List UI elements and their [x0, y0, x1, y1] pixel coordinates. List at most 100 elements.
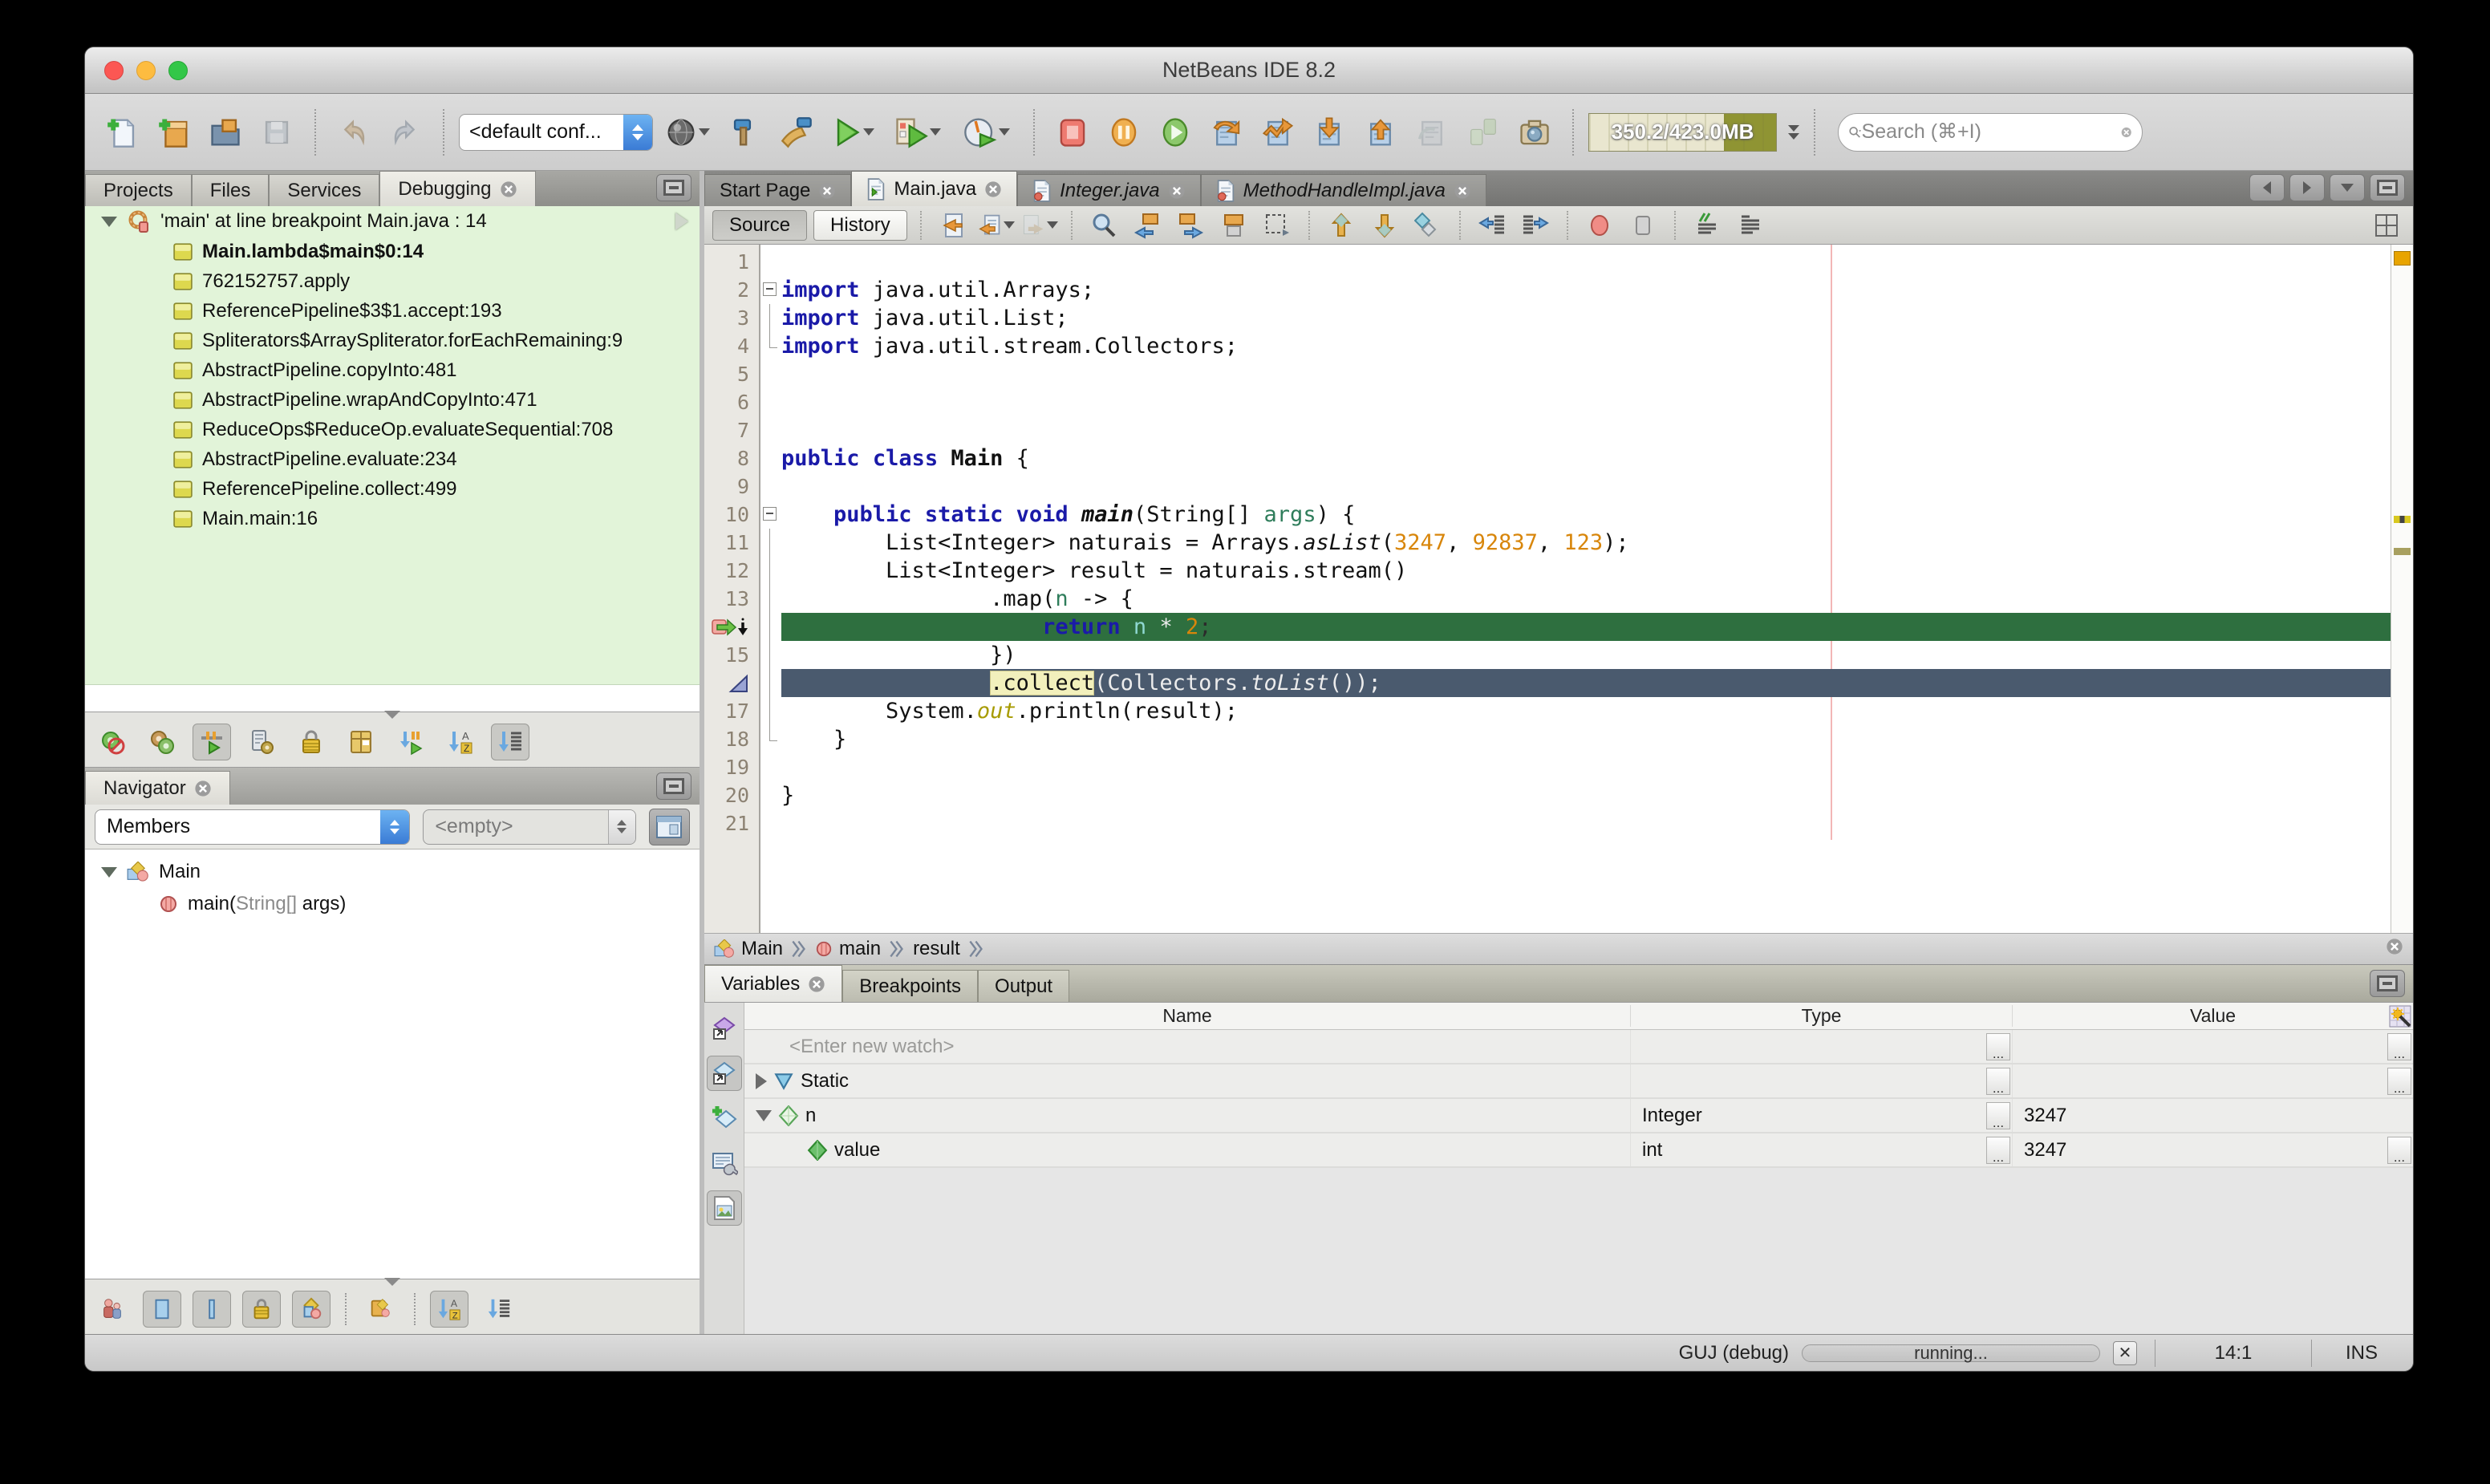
lock-view-button[interactable] — [292, 724, 331, 760]
scroll-tabs-left-button[interactable] — [2249, 174, 2285, 201]
code-line-17[interactable]: 17 System.out.println(result); — [704, 697, 2391, 725]
toggle-bookmark-button[interactable] — [1409, 209, 1446, 241]
gutter-line-21[interactable]: 21 — [704, 809, 759, 837]
gutter-line-4[interactable]: 4 — [704, 332, 759, 360]
fold-collapse-icon[interactable] — [763, 507, 777, 521]
resume-threads-button[interactable] — [1460, 108, 1507, 156]
ellipsis-button[interactable]: ... — [2387, 1033, 2411, 1060]
clear-search-icon[interactable] — [2120, 121, 2132, 144]
breadcrumb-item-Main[interactable]: Main — [714, 938, 783, 960]
navigator-filter-select[interactable]: <empty> — [423, 809, 636, 845]
previous-bookmark-button[interactable] — [1323, 209, 1360, 241]
code-line-16[interactable]: .collect(Collectors.toList()); — [704, 669, 2391, 697]
code-text[interactable]: System.out.println(result); — [781, 697, 2391, 725]
shift-left-button[interactable] — [1474, 209, 1511, 241]
forward-button[interactable] — [1021, 209, 1058, 241]
navigator-class-node[interactable]: Main — [85, 856, 700, 888]
close-icon[interactable] — [808, 975, 825, 993]
ellipsis-button[interactable]: ... — [1986, 1068, 2010, 1095]
ellipsis-button[interactable]: ... — [2387, 1068, 2411, 1095]
code-editor[interactable]: 12import java.util.Arrays;3import java.u… — [704, 245, 2413, 933]
fold-column[interactable] — [759, 276, 781, 304]
search-input[interactable] — [1862, 120, 2120, 144]
gutter-line-17[interactable]: 17 — [704, 697, 759, 725]
step-out-button[interactable] — [1357, 108, 1404, 156]
close-icon[interactable] — [194, 780, 212, 797]
stripe-frame-mark[interactable] — [2394, 548, 2411, 555]
code-line-21[interactable]: 21 — [704, 809, 2391, 837]
stack-frame-row[interactable]: 762152757.apply — [85, 266, 700, 296]
code-line-13[interactable]: 13 .map(n -> { — [704, 585, 2391, 613]
step-threads-button[interactable] — [391, 724, 430, 760]
close-icon[interactable] — [1454, 182, 1471, 200]
find-previous-occurrence-button[interactable] — [1129, 209, 1166, 241]
editor-tab-main-java[interactable]: Main.java — [851, 171, 1017, 206]
redo-button[interactable] — [382, 108, 428, 156]
stack-frame-row[interactable]: AbstractPipeline.evaluate:234 — [85, 444, 700, 474]
code-text[interactable]: import java.util.Arrays; — [781, 276, 2391, 304]
close-icon[interactable] — [1168, 182, 1186, 200]
stripe-bookmark-mark[interactable] — [2394, 251, 2411, 266]
gutter-line-16[interactable] — [704, 669, 759, 697]
open-project-button[interactable] — [202, 108, 249, 156]
code-line-12[interactable]: 12 List<Integer> result = naturais.strea… — [704, 557, 2391, 585]
stripe-current-line-mark[interactable] — [2394, 516, 2411, 523]
memory-usage-bar[interactable]: 350.2/423.0MB — [1588, 113, 1777, 152]
scroll-tabs-right-button[interactable] — [2289, 174, 2325, 201]
code-text[interactable]: List<Integer> result = naturais.stream() — [781, 557, 2391, 585]
code-line-2[interactable]: 2 import java.util.Arrays; — [704, 276, 2391, 304]
sidebar-tab-services[interactable]: Services — [269, 174, 379, 206]
code-text[interactable]: List<Integer> naturais = Arrays.asList(3… — [781, 529, 2391, 557]
dropdown-caret-icon[interactable] — [699, 128, 710, 136]
code-text[interactable]: public static void main(String[] args) { — [781, 501, 2391, 529]
make-current-icon[interactable] — [675, 213, 688, 230]
code-text[interactable] — [781, 388, 2391, 416]
set-main-project-button[interactable] — [658, 108, 717, 156]
code-line-19[interactable]: 19 — [704, 753, 2391, 781]
code-line-18[interactable]: 18 } — [704, 725, 2391, 753]
code-text[interactable] — [781, 753, 2391, 781]
filter-submenu-button[interactable] — [361, 1291, 399, 1328]
watch-placeholder[interactable]: <Enter new watch> — [789, 1036, 954, 1058]
variable-row-Static[interactable]: Static...... — [744, 1064, 2413, 1099]
sort-alphabetically-button[interactable]: AZ — [430, 1291, 468, 1328]
code-text[interactable]: import java.util.stream.Collectors; — [781, 332, 2391, 360]
dropdown-caret-icon[interactable] — [863, 128, 874, 136]
next-bookmark-button[interactable] — [1366, 209, 1403, 241]
dropdown-caret-icon[interactable] — [999, 128, 1010, 136]
sort-alphabetically-button[interactable]: AZ — [441, 724, 480, 760]
show-static-members-button[interactable] — [193, 1291, 231, 1328]
start-macro-recording-button[interactable] — [1624, 209, 1661, 241]
maximize-panel-button[interactable] — [656, 772, 691, 800]
last-edit-location-button[interactable] — [935, 209, 971, 241]
stack-frame-row[interactable]: Main.lambda$main$0:14 — [85, 237, 700, 266]
dropdown-caret-icon[interactable] — [1004, 221, 1015, 229]
code-line-8[interactable]: 8public class Main { — [704, 444, 2391, 472]
history-view-button[interactable]: History — [813, 210, 907, 241]
stack-frame-row[interactable]: ReferencePipeline$3$1.accept:193 — [85, 296, 700, 326]
new-project-button[interactable] — [151, 108, 197, 156]
show-watches-button[interactable] — [707, 1056, 742, 1091]
tab-navigator[interactable]: Navigator — [85, 771, 230, 805]
ellipsis-button[interactable]: ... — [1986, 1033, 2010, 1060]
call-site-icon[interactable] — [728, 673, 749, 694]
gutter-line-11[interactable]: 11 — [704, 529, 759, 557]
column-header-name[interactable]: Name — [744, 1005, 1630, 1027]
editor-tab-integer-java[interactable]: Integer.java — [1017, 174, 1201, 206]
code-line-14[interactable]: return n * 2; — [704, 613, 2391, 641]
code-line-3[interactable]: 3import java.util.List; — [704, 304, 2391, 332]
editor-tab-methodhandleimpl-java[interactable]: MethodHandleImpl.java — [1201, 174, 1486, 206]
code-text[interactable] — [781, 360, 2391, 388]
breadcrumb-item-main[interactable]: main — [815, 938, 881, 960]
sidebar-tab-projects[interactable]: Projects — [85, 174, 192, 206]
navigator-window-button[interactable] — [649, 809, 690, 845]
debugging-view-button[interactable] — [242, 724, 281, 760]
code-text[interactable]: .map(n -> { — [781, 585, 2391, 613]
gutter-line-2[interactable]: 2 — [704, 276, 759, 304]
profiler-snapshot-button[interactable] — [1511, 108, 1558, 156]
build-project-button[interactable] — [722, 108, 768, 156]
memory-chevrons-icon[interactable] — [1788, 125, 1799, 140]
code-line-5[interactable]: 5 — [704, 360, 2391, 388]
shift-right-button[interactable] — [1517, 209, 1554, 241]
code-text[interactable]: } — [781, 725, 2391, 753]
